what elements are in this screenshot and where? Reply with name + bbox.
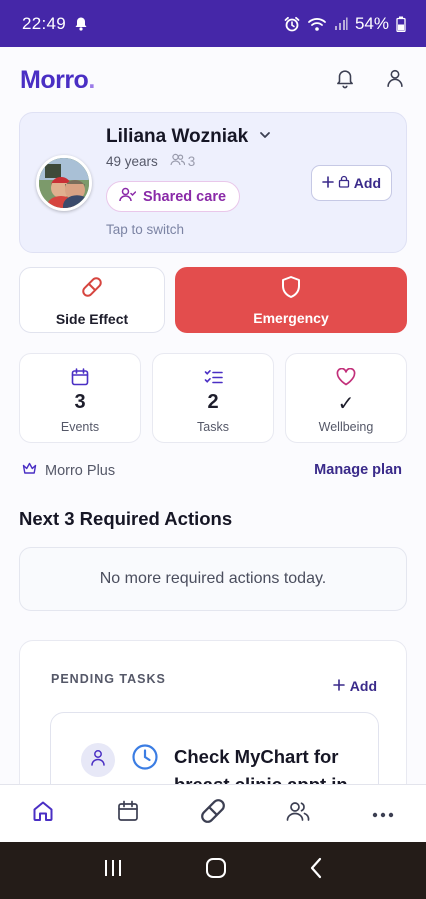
stat-tasks[interactable]: 2 Tasks <box>152 353 274 443</box>
emergency-label: Emergency <box>253 309 329 326</box>
nav-medications[interactable] <box>170 795 255 832</box>
caregiver-count: 3 <box>170 153 196 169</box>
plan-name: Morro Plus <box>45 462 116 479</box>
required-actions-empty-state: No more required actions today. <box>19 547 407 611</box>
shared-care-label: Shared care <box>143 188 227 205</box>
system-home-icon[interactable] <box>205 857 227 884</box>
stat-events-caption: Events <box>60 420 100 434</box>
profile-icon[interactable] <box>384 67 406 94</box>
logo-dot: . <box>88 65 95 94</box>
people-icon <box>170 153 185 169</box>
app-logo: Morro. <box>20 66 95 95</box>
wifi-icon <box>307 16 327 32</box>
nav-care-team[interactable] <box>256 800 341 827</box>
status-time: 22:49 <box>22 13 67 33</box>
side-effect-button[interactable]: Side Effect <box>19 267 165 333</box>
patient-age: 49 years <box>106 153 158 169</box>
checklist-icon <box>204 366 223 388</box>
add-task-label: Add <box>349 678 377 694</box>
system-nav-bar <box>0 842 426 899</box>
logo-text: Morro <box>20 65 89 94</box>
shared-user-icon <box>119 187 137 206</box>
system-back-icon[interactable] <box>309 857 323 884</box>
manage-plan-link[interactable]: Manage plan <box>314 462 402 478</box>
patient-profile-card[interactable]: Liliana Wozniak 49 years 3 Shared care T… <box>19 112 407 253</box>
bell-icon[interactable] <box>334 67 356 94</box>
people-icon <box>286 800 310 827</box>
crown-icon <box>22 462 37 479</box>
patient-meta: 49 years 3 <box>106 153 195 169</box>
caregiver-count-value: 3 <box>187 153 196 169</box>
patient-name-selector[interactable]: Liliana Wozniak <box>106 126 272 148</box>
bottom-nav <box>0 784 426 842</box>
user-icon <box>90 749 106 771</box>
clock-icon <box>131 743 159 776</box>
stat-wellbeing-value: ✓ <box>337 393 355 415</box>
shield-icon <box>280 275 302 304</box>
add-patient-button[interactable]: Add <box>310 165 392 201</box>
plus-icon <box>321 175 334 191</box>
stat-wellbeing[interactable]: ✓ Wellbeing <box>285 353 407 443</box>
stat-events-value: 3 <box>74 391 86 413</box>
battery-percent: 54% <box>354 13 389 33</box>
plan-badge: Morro Plus <box>22 462 115 479</box>
pill-icon <box>197 795 229 832</box>
more-icon <box>372 805 394 823</box>
plus-icon <box>332 678 345 694</box>
patient-name: Liliana Wozniak <box>106 126 249 147</box>
pill-icon <box>79 274 105 305</box>
side-effect-label: Side Effect <box>55 310 129 327</box>
stat-tasks-value: 2 <box>207 391 219 413</box>
nav-more[interactable] <box>341 805 426 823</box>
calendar-icon <box>117 800 139 827</box>
calendar-icon <box>71 366 89 388</box>
avatar <box>36 155 92 211</box>
battery-icon <box>396 16 406 32</box>
shared-care-badge[interactable]: Shared care <box>106 181 241 212</box>
heart-icon <box>336 366 356 388</box>
emergency-button[interactable]: Emergency <box>175 267 407 333</box>
required-actions-heading: Next 3 Required Actions <box>19 508 233 529</box>
pending-tasks-heading: PENDING TASKS <box>51 672 166 686</box>
add-task-button[interactable]: Add <box>332 678 377 694</box>
stat-tasks-caption: Tasks <box>197 420 229 434</box>
stat-events[interactable]: 3 Events <box>19 353 141 443</box>
lock-icon <box>338 175 350 191</box>
stat-wellbeing-caption: Wellbeing <box>318 420 374 434</box>
home-icon <box>31 799 55 828</box>
app-bar: Morro. <box>0 47 426 113</box>
status-bar: 22:49 54% <box>0 0 426 47</box>
assignee-avatar <box>81 743 115 777</box>
add-patient-label: Add <box>353 175 381 191</box>
tap-to-switch-hint: Tap to switch <box>106 222 185 237</box>
nav-calendar[interactable] <box>85 800 170 827</box>
nav-home[interactable] <box>0 799 85 828</box>
recent-apps-icon[interactable] <box>103 858 123 883</box>
signal-icon <box>334 17 348 31</box>
alarm-icon <box>284 16 300 32</box>
chevron-down-icon <box>258 126 272 148</box>
notification-bell-icon <box>74 16 88 31</box>
